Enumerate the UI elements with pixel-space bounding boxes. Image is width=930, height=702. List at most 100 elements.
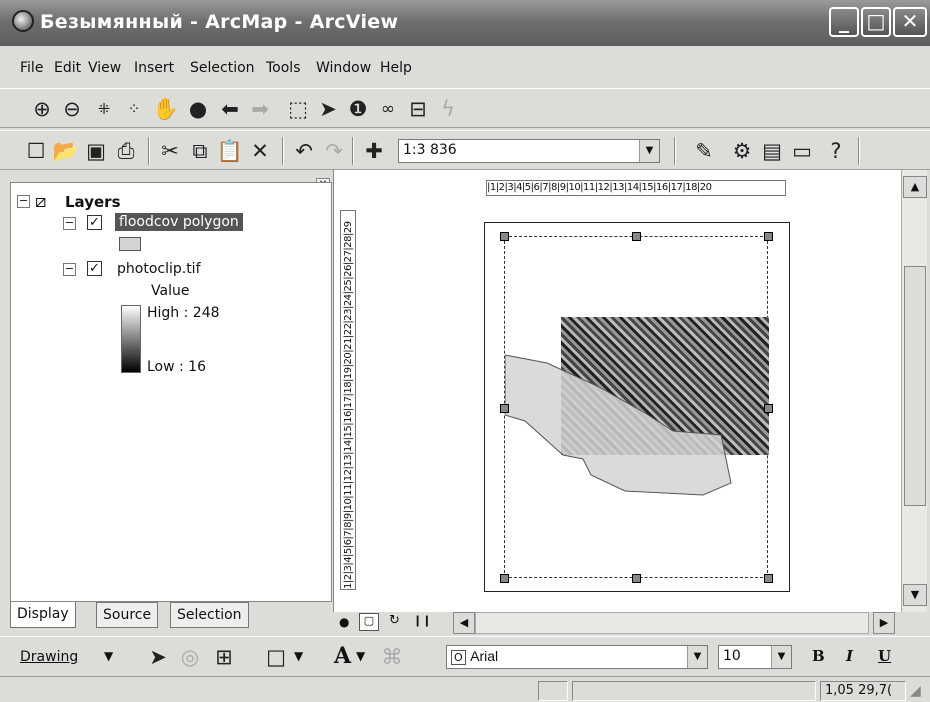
underline-button[interactable]: U xyxy=(878,647,891,665)
resize-handle[interactable] xyxy=(632,574,641,583)
menu-view[interactable]: View xyxy=(88,60,121,76)
back-arrow-icon[interactable]: ⬅ xyxy=(216,95,244,123)
open-icon[interactable]: 📂 xyxy=(52,137,80,165)
scroll-left-icon[interactable]: ◀ xyxy=(453,612,475,634)
tab-source[interactable]: Source xyxy=(96,602,159,628)
legend-low: Low : 16 xyxy=(147,359,207,375)
delete-icon[interactable]: ✕ xyxy=(246,137,274,165)
edit-vertices-icon[interactable]: ⌘ xyxy=(378,643,406,671)
undo-icon[interactable]: ↶ xyxy=(290,137,318,165)
polygon-symbol[interactable] xyxy=(119,237,141,251)
add-data-icon[interactable]: ✚ xyxy=(360,137,388,165)
bold-button[interactable]: B xyxy=(812,647,825,665)
cut-icon[interactable]: ✂ xyxy=(156,137,184,165)
resize-handle[interactable] xyxy=(764,404,773,413)
title-bar: Безымянный - ArcMap - ArcView _ □ ✕ xyxy=(0,0,930,46)
layer-name[interactable]: floodcov polygon xyxy=(115,213,243,231)
chevron-down-icon[interactable]: ▼ xyxy=(771,646,791,668)
close-button[interactable]: ✕ xyxy=(893,7,927,37)
layers-root-label[interactable]: Layers xyxy=(65,193,121,211)
tab-display[interactable]: Display xyxy=(10,602,76,628)
collapse-icon[interactable]: − xyxy=(17,195,30,208)
chevron-down-icon[interactable]: ▼ xyxy=(104,649,113,663)
save-icon[interactable]: ▣ xyxy=(82,137,110,165)
maximize-button[interactable]: □ xyxy=(861,7,891,37)
scroll-thumb[interactable] xyxy=(904,266,926,506)
chevron-down-icon[interactable]: ▼ xyxy=(294,649,303,663)
copy-icon[interactable]: ⧉ xyxy=(186,137,214,165)
chevron-down-icon[interactable]: ▼ xyxy=(687,646,707,668)
data-view-icon[interactable]: ● xyxy=(339,615,349,629)
pan-hand-icon[interactable]: ✋ xyxy=(152,95,180,123)
grayscale-ramp[interactable] xyxy=(121,305,141,373)
menu-tools[interactable]: Tools xyxy=(266,60,301,76)
print-icon[interactable]: ⎙ xyxy=(112,137,140,165)
pause-icon[interactable]: ❙❙ xyxy=(413,614,431,627)
zoom-to-selected-icon[interactable]: ⊞ xyxy=(210,643,238,671)
find-binoculars-icon[interactable]: ∞ xyxy=(374,95,402,123)
layout-view[interactable]: |1|2|3|4|5|6|7|8|9|10|11|12|13|14|15|16|… xyxy=(333,170,901,614)
data-frame[interactable] xyxy=(504,236,769,578)
font-size-combobox[interactable]: 10 ▼ xyxy=(718,645,792,669)
italic-button[interactable]: I xyxy=(846,647,853,665)
redo-icon[interactable]: ↷ xyxy=(320,137,348,165)
fixed-zoom-out-icon[interactable]: ⁘ xyxy=(120,95,148,123)
command-line-icon[interactable]: ▭ xyxy=(788,137,816,165)
identify-icon[interactable]: ❶ xyxy=(344,95,372,123)
hscroll-track[interactable] xyxy=(475,612,869,634)
select-features-icon[interactable]: ⬚ xyxy=(284,95,312,123)
hyperlink-icon[interactable]: ϟ xyxy=(434,95,462,123)
forward-arrow-icon[interactable]: ➡ xyxy=(246,95,274,123)
layer-visibility-checkbox[interactable]: ✓ xyxy=(87,261,102,276)
fixed-zoom-in-icon[interactable]: ⁜ xyxy=(90,95,118,123)
text-tool-icon[interactable]: A xyxy=(334,643,351,669)
select-elements-icon[interactable]: ➤ xyxy=(314,95,342,123)
resize-handle[interactable] xyxy=(500,574,509,583)
arcmap-globe-icon xyxy=(12,10,34,32)
paste-icon[interactable]: 📋 xyxy=(216,137,244,165)
collapse-icon[interactable]: − xyxy=(63,217,76,230)
chevron-down-icon[interactable]: ▼ xyxy=(356,649,365,663)
resize-handle[interactable] xyxy=(632,232,641,241)
menu-file[interactable]: File xyxy=(20,60,43,76)
resize-handle[interactable] xyxy=(764,232,773,241)
menu-help[interactable]: Help xyxy=(380,60,412,76)
map-scale-combobox[interactable]: 1:3 836 ▼ xyxy=(398,139,660,163)
menu-window[interactable]: Window xyxy=(316,60,371,76)
menu-insert[interactable]: Insert xyxy=(134,60,174,76)
drawing-menu[interactable]: Drawing xyxy=(20,649,78,665)
resize-handle[interactable] xyxy=(764,574,773,583)
resize-handle[interactable] xyxy=(500,232,509,241)
font-combobox[interactable]: O Arial ▼ xyxy=(446,645,708,669)
new-icon[interactable]: ☐ xyxy=(22,137,50,165)
menu-selection[interactable]: Selection xyxy=(190,60,255,76)
vertical-ruler-labels: 1|2|3|4|5|6|7|8|9|10|11|12|13|14|15|16|1… xyxy=(343,221,354,589)
select-elements-icon[interactable]: ➤ xyxy=(144,643,172,671)
refresh-icon[interactable]: ↻ xyxy=(389,613,400,628)
menu-edit[interactable]: Edit xyxy=(54,60,81,76)
vertical-scrollbar[interactable]: ▲ ▼ xyxy=(901,170,927,614)
layer-visibility-checkbox[interactable]: ✓ xyxy=(87,215,102,230)
layout-view-icon[interactable]: ▢ xyxy=(359,613,379,631)
resize-handle[interactable] xyxy=(500,404,509,413)
horizontal-ruler: |1|2|3|4|5|6|7|8|9|10|11|12|13|14|15|16|… xyxy=(486,180,786,196)
scroll-down-icon[interactable]: ▼ xyxy=(903,584,927,606)
scroll-up-icon[interactable]: ▲ xyxy=(903,176,927,198)
rotate-icon[interactable]: ◎ xyxy=(176,643,204,671)
whats-this-help-icon[interactable]: ? xyxy=(822,137,850,165)
rectangle-icon[interactable]: □ xyxy=(262,643,290,671)
arctoolbox-icon[interactable]: ▤ xyxy=(758,137,786,165)
collapse-icon[interactable]: − xyxy=(63,263,76,276)
minimize-button[interactable]: _ xyxy=(829,7,859,37)
scroll-right-icon[interactable]: ▶ xyxy=(873,612,895,634)
tab-selection[interactable]: Selection xyxy=(170,602,249,628)
measure-icon[interactable]: ⊟ xyxy=(404,95,432,123)
chevron-down-icon[interactable]: ▼ xyxy=(639,140,659,162)
full-extent-globe-icon[interactable]: ● xyxy=(184,95,212,123)
resize-grip-icon[interactable]: ◢ xyxy=(910,683,921,699)
zoom-in-icon[interactable]: ⊕ xyxy=(28,95,56,123)
arccatalog-icon[interactable]: ⚙ xyxy=(728,137,756,165)
zoom-out-icon[interactable]: ⊖ xyxy=(58,95,86,123)
layer-name[interactable]: photoclip.tif xyxy=(117,261,201,277)
editor-toolbar-icon[interactable]: ✎ xyxy=(690,137,718,165)
